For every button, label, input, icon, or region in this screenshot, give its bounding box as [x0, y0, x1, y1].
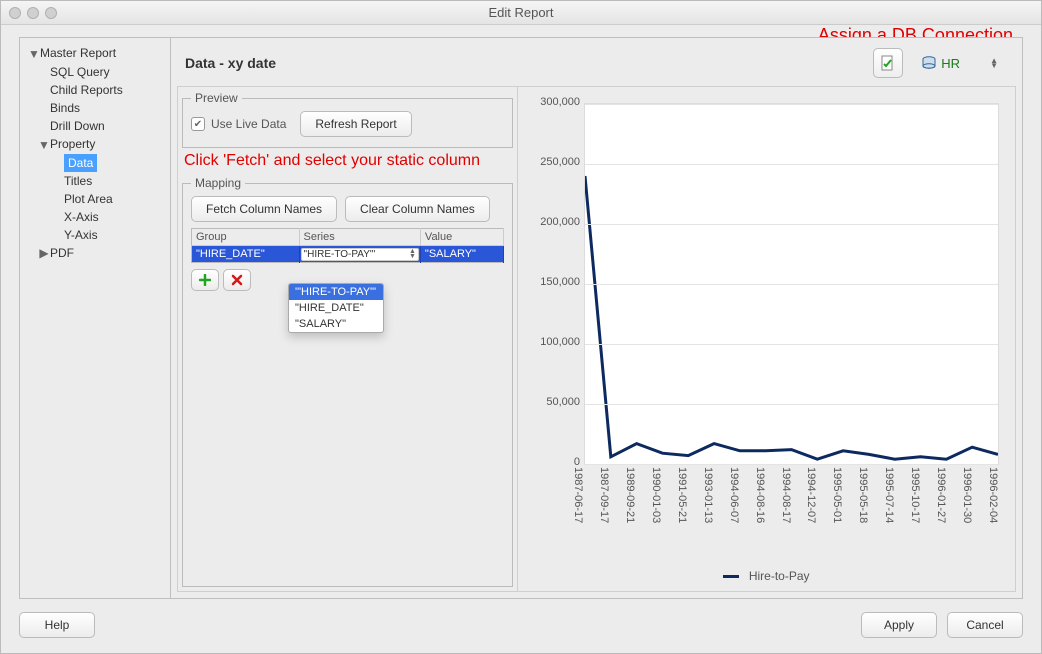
tree-pdf[interactable]: ▶PDF — [24, 244, 166, 263]
chart-preview-pane: 1987-06-17 1987-09-17 1989-09-21 1990-01-03… — [518, 87, 1015, 591]
cancel-button[interactable]: Cancel — [947, 612, 1023, 638]
content-area: ▼Master Report SQL Query Child Reports B… — [19, 37, 1023, 599]
tree-binds[interactable]: Binds — [24, 99, 166, 117]
report-tree: ▼Master Report SQL Query Child Reports B… — [20, 38, 170, 598]
tree-titles[interactable]: Titles — [24, 172, 166, 190]
mapping-table: Group Series Value "HIRE_DATE" "HIRE-TO-… — [191, 228, 504, 263]
clear-column-names-button[interactable]: Clear Column Names — [345, 196, 490, 222]
tree-data[interactable]: Data — [64, 154, 97, 172]
tree-child-reports[interactable]: Child Reports — [24, 81, 166, 99]
validate-button[interactable] — [873, 48, 903, 78]
dialog-footer: Help Apply Cancel — [19, 607, 1023, 643]
tree-drill-down[interactable]: Drill Down — [24, 117, 166, 135]
disclosure-triangle-icon[interactable]: ▶ — [38, 246, 50, 260]
tree-master-report[interactable]: ▼Master Report — [24, 44, 166, 63]
stepper-arrows-icon: ▲▼ — [409, 249, 416, 259]
legend-swatch — [723, 575, 739, 578]
window-title: Edit Report — [1, 5, 1041, 20]
plot-area — [584, 103, 999, 465]
x-tick-label: 1991-05-21 — [676, 467, 688, 523]
x-tick-label: 1994-06-07 — [728, 467, 740, 523]
tree-plot-area[interactable]: Plot Area — [24, 190, 166, 208]
x-tick-label: 1995-05-01 — [831, 467, 843, 523]
mapping-group: Mapping Fetch Column Names Clear Column … — [182, 176, 513, 587]
x-tick-label: 1990-01-03 — [650, 467, 662, 523]
y-tick-label: 100,000 — [524, 336, 580, 348]
col-group[interactable]: Group — [192, 229, 300, 246]
data-body: Preview ✔ Use Live Data Refresh Report C… — [177, 86, 1016, 592]
tree-x-axis[interactable]: X-Axis — [24, 208, 166, 226]
x-tick-label: 1996-01-27 — [935, 467, 947, 523]
disclosure-triangle-icon[interactable]: ▼ — [28, 47, 40, 61]
mapping-legend: Mapping — [191, 176, 245, 190]
legend-label: Hire-to-Pay — [749, 569, 810, 583]
col-value[interactable]: Value — [420, 229, 503, 246]
annotation-fetch-hint: Click 'Fetch' and select your static col… — [182, 152, 513, 172]
x-tick-label: 1989-09-21 — [624, 467, 636, 523]
x-tick-label: 1993-01-13 — [702, 467, 714, 523]
y-tick-label: 0 — [524, 456, 580, 468]
y-tick-label: 50,000 — [524, 396, 580, 408]
db-connection-label: HR — [941, 56, 960, 71]
x-tick-label: 1996-01-30 — [961, 467, 973, 523]
help-button[interactable]: Help — [19, 612, 95, 638]
y-tick-label: 200,000 — [524, 216, 580, 228]
col-series[interactable]: Series — [299, 229, 420, 246]
x-tick-label: 1995-10-17 — [909, 467, 921, 523]
db-connection-selector[interactable]: HR ▲▼ — [911, 55, 1008, 71]
tree-sql-query[interactable]: SQL Query — [24, 63, 166, 81]
cell-group[interactable]: "HIRE_DATE" — [192, 246, 300, 263]
x-icon — [231, 274, 243, 286]
tree-property[interactable]: ▼Property — [24, 135, 166, 154]
y-tick-label: 250,000 — [524, 156, 580, 168]
x-tick-label: 1996-02-04 — [987, 467, 999, 523]
series-dropdown[interactable]: '"HIRE-TO-PAY"' "HIRE_DATE" "SALARY" — [288, 283, 384, 333]
delete-row-button[interactable] — [223, 269, 251, 291]
dropdown-option[interactable]: "HIRE_DATE" — [289, 300, 383, 316]
mapping-pane: Preview ✔ Use Live Data Refresh Report C… — [178, 87, 518, 591]
cell-series-selector[interactable]: "HIRE-TO-PAY"' ▲▼ — [301, 248, 419, 261]
data-panel: Data - xy date HR ▲▼ Preview — [170, 38, 1022, 598]
edit-report-window: Edit Report Assign a DB Connection ▼Mast… — [0, 0, 1042, 654]
refresh-report-button[interactable]: Refresh Report — [300, 111, 411, 137]
tree-y-axis[interactable]: Y-Axis — [24, 226, 166, 244]
database-icon — [921, 55, 937, 71]
dropdown-option[interactable]: "SALARY" — [289, 316, 383, 332]
panel-title: Data - xy date — [185, 55, 276, 71]
line-chart: 1987-06-17 1987-09-17 1989-09-21 1990-01-03… — [524, 93, 1009, 585]
y-tick-label: 150,000 — [524, 276, 580, 288]
x-axis-ticks: 1987-06-171987-09-171989-09-211990-01-03… — [584, 467, 999, 575]
x-tick-label: 1995-07-14 — [883, 467, 895, 523]
x-tick-label: 1994-08-16 — [754, 467, 766, 523]
y-tick-label: 300,000 — [524, 96, 580, 108]
titlebar: Edit Report — [1, 1, 1041, 25]
preview-group: Preview ✔ Use Live Data Refresh Report — [182, 91, 513, 148]
x-tick-label: 1987-09-17 — [598, 467, 610, 523]
x-tick-label: 1994-08-17 — [780, 467, 792, 523]
x-tick-label: 1995-05-18 — [857, 467, 869, 523]
checkbox-icon: ✔ — [191, 117, 205, 131]
data-header: Data - xy date HR ▲▼ — [177, 44, 1016, 86]
plus-icon — [199, 274, 211, 286]
add-row-button[interactable] — [191, 269, 219, 291]
chart-legend: Hire-to-Pay — [524, 569, 1009, 583]
mapping-row[interactable]: "HIRE_DATE" "HIRE-TO-PAY"' ▲▼ "SALARY" — [192, 246, 504, 263]
preview-legend: Preview — [191, 91, 242, 105]
x-tick-label: 1994-12-07 — [805, 467, 817, 523]
dropdown-option[interactable]: '"HIRE-TO-PAY"' — [289, 284, 383, 300]
apply-button[interactable]: Apply — [861, 612, 937, 638]
x-tick-label: 1987-06-17 — [572, 467, 584, 523]
fetch-column-names-button[interactable]: Fetch Column Names — [191, 196, 337, 222]
check-document-icon — [880, 55, 896, 71]
stepper-arrows-icon[interactable]: ▲▼ — [990, 58, 998, 68]
use-live-data-checkbox[interactable]: ✔ Use Live Data — [191, 117, 286, 131]
disclosure-triangle-icon[interactable]: ▼ — [38, 138, 50, 152]
cell-value[interactable]: "SALARY" — [420, 246, 503, 263]
